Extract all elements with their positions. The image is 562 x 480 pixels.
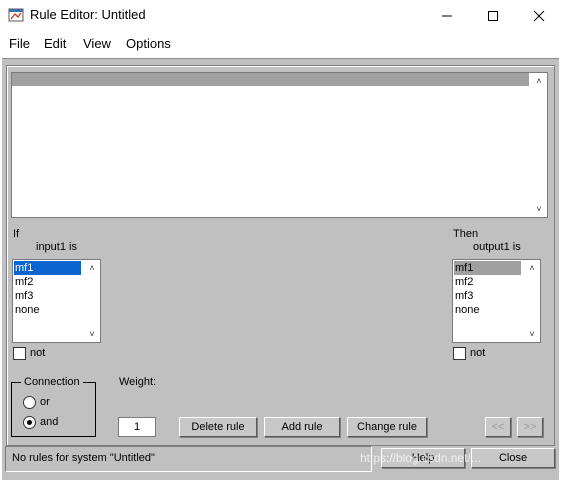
menu-file[interactable]: File [9,36,30,51]
rules-selection-highlight [12,73,529,86]
menu-edit[interactable]: Edit [44,36,66,51]
or-label: or [40,396,50,408]
rule-editor-panel: ˄ ˅ If input1 is mf1 mf2 mf3 none ˄ ˅ no… [2,58,559,480]
list-item[interactable]: none [14,303,39,317]
window-title: Rule Editor: Untitled [30,7,146,22]
input-list-scrollbar[interactable]: ˄ ˅ [84,260,100,342]
output-not-label: not [470,347,486,359]
weight-label: Weight: [119,376,157,388]
status-bar: No rules for system "Untitled" [5,446,372,472]
maximize-button[interactable] [470,0,516,31]
status-text: No rules for system "Untitled" [12,452,155,464]
and-label: and [40,416,59,428]
connection-group [11,382,96,437]
menu-bar: File Edit View Options [0,31,562,57]
then-label: Then [453,228,479,240]
scroll-down-icon[interactable]: ˅ [524,327,540,341]
minimize-icon [442,15,452,16]
output-variable-label: output1 is [473,241,521,253]
menu-options[interactable]: Options [126,36,171,51]
connection-label: Connection [21,376,83,388]
list-item[interactable]: none [454,303,479,317]
maximize-icon [488,10,498,21]
list-item[interactable]: mf3 [14,289,33,303]
input-not-checkbox[interactable] [13,347,26,360]
rules-scrollbar[interactable]: ˄ ˅ [531,73,547,217]
and-radio[interactable] [23,416,36,429]
change-rule-button[interactable]: Change rule [347,417,427,437]
output-not-checkbox[interactable] [453,347,466,360]
output-mf-list[interactable]: mf1 mf2 mf3 none ˄ ˅ [452,259,541,343]
input-variable-label: input1 is [36,241,77,253]
title-bar: Rule Editor: Untitled [0,0,562,31]
close-icon [533,10,545,21]
weight-input[interactable]: 1 [118,417,156,437]
input-mf-list[interactable]: mf1 mf2 mf3 none ˄ ˅ [12,259,101,343]
matlab-app-icon [8,8,24,22]
or-radio[interactable] [23,396,36,409]
minimize-button[interactable] [424,0,470,31]
list-item[interactable]: mf2 [14,275,33,289]
radio-selected-dot [27,420,32,425]
add-rule-button[interactable]: Add rule [264,417,340,437]
menu-view[interactable]: View [83,36,111,51]
scroll-down-icon[interactable]: ˅ [84,327,100,341]
list-item[interactable]: mf3 [454,289,473,303]
rules-list[interactable]: ˄ ˅ [11,72,548,218]
close-button[interactable]: Close [471,448,555,468]
previous-button[interactable]: << [485,417,511,437]
scroll-up-icon[interactable]: ˄ [531,74,547,88]
watermark-text: https://blog.csdn.net/... [360,451,481,465]
scroll-up-icon[interactable]: ˄ [524,261,540,275]
output-list-scrollbar[interactable]: ˄ ˅ [524,260,540,342]
list-item[interactable]: mf2 [454,275,473,289]
delete-rule-button[interactable]: Delete rule [179,417,257,437]
input-not-label: not [30,347,46,359]
scroll-down-icon[interactable]: ˅ [531,202,547,216]
scroll-up-icon[interactable]: ˄ [84,261,100,275]
list-item[interactable]: mf1 [14,261,81,275]
if-label: If [13,228,20,240]
close-window-button[interactable] [516,0,562,31]
list-item[interactable]: mf1 [454,261,521,275]
next-button[interactable]: >> [517,417,543,437]
